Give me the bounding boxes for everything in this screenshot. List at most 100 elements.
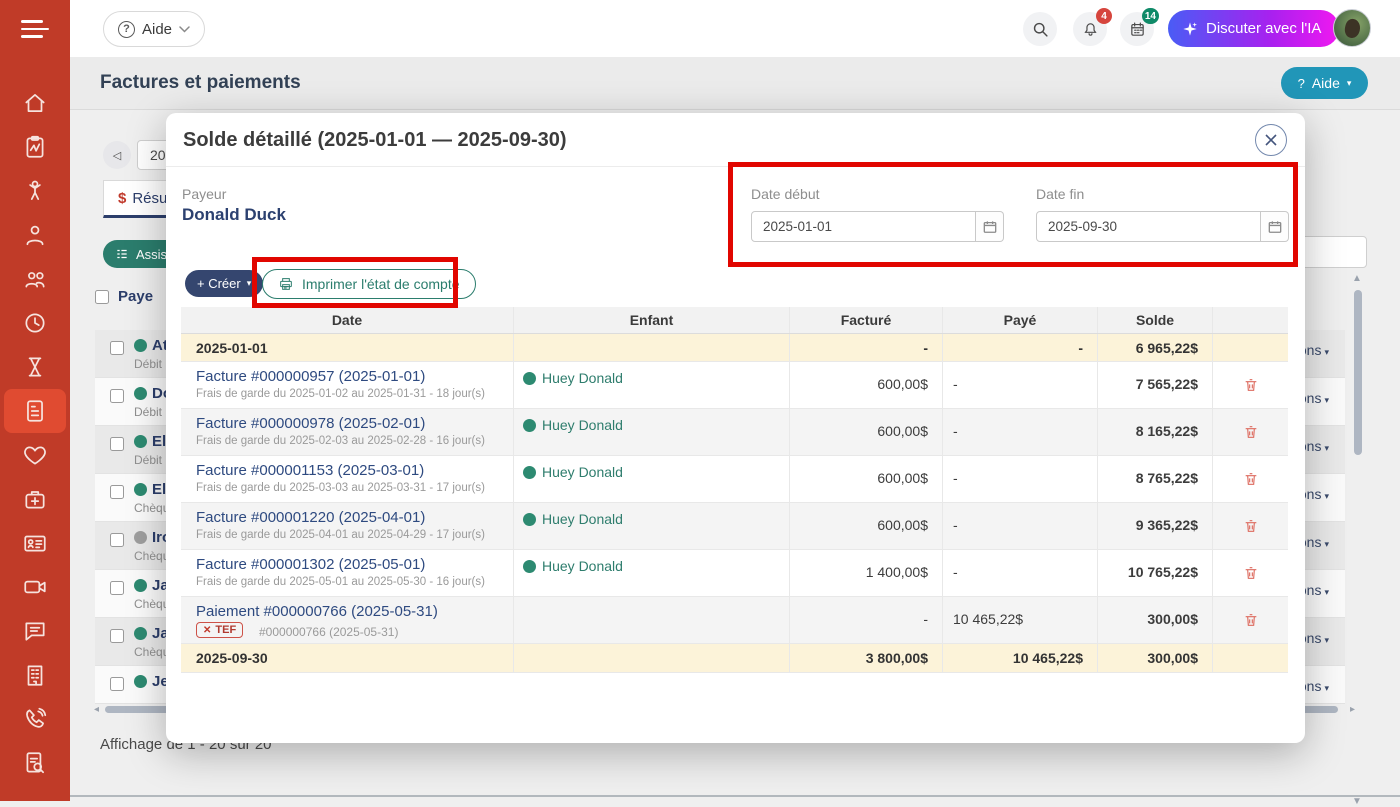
row-checkbox[interactable] — [110, 629, 124, 643]
sidebar-item-home[interactable] — [0, 81, 70, 125]
child-name[interactable]: Huey Donald — [542, 417, 623, 433]
date-end-label: Date fin — [1036, 186, 1084, 202]
child-name[interactable]: Huey Donald — [542, 464, 623, 480]
camera-icon — [22, 574, 48, 600]
sidebar-item-health[interactable] — [0, 433, 70, 477]
caret-down-icon: ▾ — [1324, 587, 1329, 597]
invoice-row: Facture #000000957 (2025-01-01) Frais de… — [181, 362, 1288, 409]
print-label: Imprimer l'état de compte — [302, 276, 460, 292]
sidebar — [0, 0, 70, 801]
sidebar-item-video[interactable] — [0, 565, 70, 609]
sidebar-item-medical[interactable] — [0, 477, 70, 521]
vertical-scrollbar[interactable]: ▲ ▼ — [1354, 275, 1362, 805]
sidebar-item-messages[interactable] — [0, 609, 70, 653]
chat-ai-button[interactable]: Discuter avec l'IA — [1168, 10, 1339, 47]
row-checkbox[interactable] — [110, 581, 124, 595]
column-header: Enfant — [514, 307, 790, 333]
invoice-subtitle: Frais de garde du 2025-02-03 au 2025-02-… — [196, 435, 485, 447]
invoice-link[interactable]: Facture #000000978 (2025-02-01) — [196, 415, 425, 432]
sidebar-item-children[interactable] — [0, 169, 70, 213]
create-button[interactable]: + Créer ▾ — [185, 270, 263, 297]
balance-value: 8 165,22$ — [1136, 423, 1198, 439]
status-dot — [134, 531, 147, 544]
sparkle-icon — [1182, 21, 1198, 37]
invoice-subtitle: Frais de garde du 2025-05-01 au 2025-05-… — [196, 576, 485, 588]
invoiced-value: 1 400,00$ — [866, 564, 928, 580]
year-prev-button[interactable]: ◁ — [103, 141, 131, 169]
date-end-input[interactable]: 2025-09-30 — [1036, 211, 1261, 242]
invoice-link[interactable]: Facture #000001220 (2025-04-01) — [196, 509, 425, 526]
invoice-link[interactable]: Facture #000000957 (2025-01-01) — [196, 368, 425, 385]
invoice-link[interactable]: Facture #000001302 (2025-05-01) — [196, 556, 425, 573]
people-icon — [22, 266, 48, 292]
print-statement-button[interactable]: Imprimer l'état de compte — [262, 269, 476, 299]
delete-button[interactable] — [1243, 517, 1259, 535]
scroll-down-icon: ▼ — [1352, 796, 1362, 807]
avatar[interactable] — [1333, 9, 1371, 47]
table-header-row: Date Enfant Facturé Payé Solde — [181, 307, 1288, 334]
delete-button[interactable] — [1243, 423, 1259, 441]
sidebar-item-groups[interactable] — [0, 257, 70, 301]
delete-button[interactable] — [1243, 564, 1259, 582]
payment-row: Paiement #000000766 (2025-05-31) ✕TEF #0… — [181, 597, 1288, 644]
invoice-subtitle: Frais de garde du 2025-01-02 au 2025-01-… — [196, 388, 485, 400]
sidebar-item-schedule[interactable] — [0, 301, 70, 345]
scroll-left-icon[interactable]: ◂ — [94, 704, 99, 715]
close-button[interactable] — [1255, 124, 1287, 156]
sidebar-item-hours[interactable] — [0, 345, 70, 389]
date-start-input[interactable]: 2025-01-01 — [751, 211, 976, 242]
payment-link[interactable]: Paiement #000000766 (2025-05-31) — [196, 603, 438, 620]
help-dropdown-button[interactable]: ? Aide ▾ — [1281, 67, 1368, 99]
help-pill-button[interactable]: ? Aide — [103, 11, 205, 47]
invoice-link[interactable]: Facture #000001153 (2025-03-01) — [196, 462, 424, 479]
row-checkbox[interactable] — [110, 389, 124, 403]
child-name[interactable]: Huey Donald — [542, 558, 623, 574]
sidebar-item-calls[interactable] — [0, 697, 70, 741]
trash-icon — [1243, 564, 1259, 582]
invoiced-value: 600,00$ — [877, 517, 928, 533]
payer-label: Payeur — [182, 186, 226, 202]
sidebar-item-invoices[interactable] — [4, 389, 66, 433]
delete-button[interactable] — [1243, 376, 1259, 394]
notifications-button[interactable]: 4 — [1073, 12, 1107, 46]
sidebar-item-educators[interactable] — [0, 213, 70, 257]
create-label: + Créer — [197, 276, 241, 291]
date-end-calendar-button[interactable] — [1261, 211, 1289, 242]
date-start-field: 2025-01-01 — [751, 211, 1004, 242]
trash-icon — [1243, 517, 1259, 535]
row-checkbox[interactable] — [110, 533, 124, 547]
row-checkbox[interactable] — [110, 677, 124, 691]
balance-value: 6 965,22$ — [1098, 334, 1213, 361]
column-header: Facturé — [790, 307, 943, 333]
sidebar-item-contacts[interactable] — [0, 521, 70, 565]
tef-cancel-icon: ✕ — [203, 625, 211, 636]
chevron-down-icon — [179, 26, 190, 33]
delete-button[interactable] — [1243, 470, 1259, 488]
calendar-button[interactable]: 14 — [1120, 12, 1154, 46]
chat-icon — [22, 618, 48, 644]
date-start-calendar-button[interactable] — [976, 211, 1004, 242]
question-icon: ? — [118, 21, 135, 38]
row-checkbox[interactable] — [110, 485, 124, 499]
report-search-icon — [22, 750, 48, 776]
status-dot — [523, 466, 536, 479]
select-all-checkbox[interactable] — [95, 290, 109, 304]
child-name[interactable]: Huey Donald — [542, 370, 623, 386]
invoice-row: Facture #000001302 (2025-05-01) Frais de… — [181, 550, 1288, 597]
modal-title: Solde détaillé (2025-01-01 — 2025-09-30) — [183, 129, 567, 152]
row-checkbox[interactable] — [110, 437, 124, 451]
menu-icon[interactable] — [21, 20, 49, 40]
sidebar-item-reports[interactable] — [0, 741, 70, 785]
scroll-right-icon[interactable]: ▸ — [1350, 704, 1355, 715]
sidebar-item-establishment[interactable] — [0, 653, 70, 697]
sidebar-item-activity[interactable] — [0, 125, 70, 169]
notification-badge: 4 — [1096, 8, 1112, 24]
child-name[interactable]: Huey Donald — [542, 511, 623, 527]
search-button[interactable] — [1023, 12, 1057, 46]
balance-value: 300,00$ — [1098, 644, 1213, 672]
date-end-field: 2025-09-30 — [1036, 211, 1289, 242]
delete-button[interactable] — [1243, 611, 1259, 629]
balance-value: 7 565,22$ — [1136, 376, 1198, 392]
row-checkbox[interactable] — [110, 341, 124, 355]
payment-method: Chèqu — [134, 597, 169, 611]
